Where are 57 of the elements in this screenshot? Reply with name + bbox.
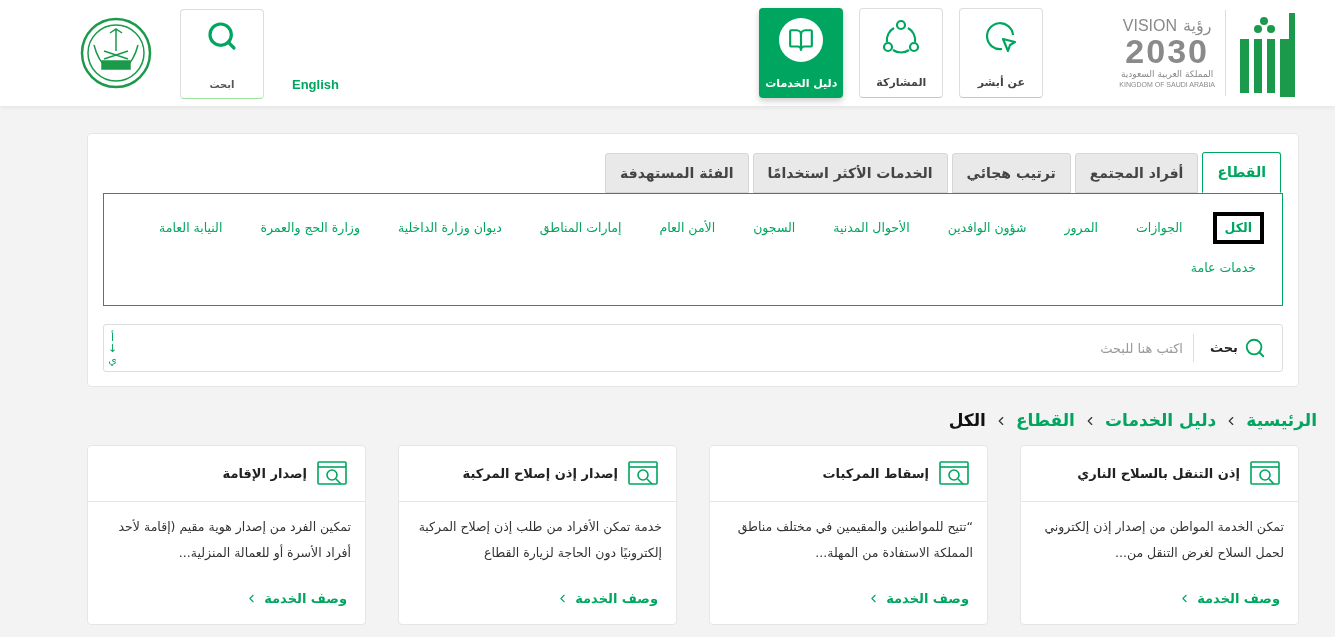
search-icon	[1244, 337, 1266, 359]
search-icon	[206, 20, 238, 52]
year-text: 2030	[1125, 34, 1209, 68]
card-description: تمكن الخدمة المواطن من إصدار إذن إلكتروني لحمل السلاح لغرض التنقل من...	[1043, 518, 1285, 563]
sector-filter[interactable]: الأحوال المدنية	[825, 212, 918, 244]
tab[interactable]: القطاع	[1202, 152, 1281, 193]
sector-filter[interactable]: خدمات عامة	[1182, 252, 1264, 284]
sector-filter[interactable]: الجوازات	[1128, 212, 1191, 244]
monitor-search-icon	[1250, 460, 1280, 487]
tab[interactable]: الفئة المستهدفة	[605, 153, 749, 193]
service-description-link[interactable]: وصف الخدمة	[1039, 588, 1280, 608]
sector-filter[interactable]: شؤون الوافدين	[939, 212, 1035, 244]
sector-filter[interactable]: السجون	[745, 212, 804, 244]
language-link[interactable]: English	[292, 74, 339, 94]
search-button[interactable]: ابحث	[180, 9, 264, 99]
sort-glyph[interactable]: ي	[108, 353, 117, 365]
search-input[interactable]: اكتب هنا للبحث	[117, 325, 1193, 371]
card-title[interactable]: إصدار إذن إصلاح المركبة	[462, 463, 618, 484]
nav-button[interactable]: عن أبشر	[959, 8, 1044, 98]
service-description-link[interactable]: وصف الخدمة	[728, 588, 969, 608]
sector-filter[interactable]: ديوان وزارة الداخلية	[389, 212, 510, 244]
search-field[interactable]: بحث اكتب هنا للبحث أ ↓ ي	[103, 324, 1283, 372]
sort-glyph[interactable]: أ	[111, 331, 115, 343]
breadcrumb-link[interactable]: الرئيسية	[1246, 408, 1317, 434]
monitor-search-icon	[628, 460, 658, 487]
emblem-drawing	[80, 17, 152, 89]
nav-button[interactable]: دليل الخدمات	[759, 8, 844, 98]
breadcrumb-current: الكل	[948, 409, 986, 433]
tab[interactable]: أفراد المجتمع	[1074, 153, 1199, 193]
tab[interactable]: الخدمات الأكثر استخدامًا	[752, 153, 948, 193]
nav-button[interactable]: المشاركة	[859, 8, 944, 98]
card-title[interactable]: إصدار الإقامة	[222, 463, 307, 484]
sector-filter[interactable]: المرور	[1056, 212, 1107, 244]
monitor-search-icon	[317, 460, 347, 487]
card-description: تمكين الفرد من إصدار هوية مقيم (إقامة لأحد أفراد الأسرة أو للعمالة المنزلية...	[117, 518, 352, 563]
sector-filter[interactable]: وزارة الحج والعمرة	[252, 212, 368, 244]
monitor-search-icon	[939, 460, 969, 487]
sort-glyph[interactable]: ↓	[108, 342, 118, 354]
tab[interactable]: ترتيب هجائي	[951, 153, 1071, 193]
vision-arabic-text: رؤية	[1183, 18, 1212, 34]
sector-filter[interactable]: الأمن العام	[651, 212, 724, 244]
share-icon	[882, 19, 921, 55]
card-title[interactable]: إسقاط المركبات	[822, 463, 929, 484]
card-title[interactable]: إذن التنقل بالسلاح الناري	[1077, 463, 1240, 484]
vision-text: VISION	[1122, 18, 1178, 34]
country-arabic-text: المملكة العربية السعودية	[1121, 70, 1214, 79]
card-description: خدمة تمكن الأفراد من طلب إذن إصلاح المركبة إلكترونيًا دون الحاجة لزيارة القطاع	[417, 518, 663, 563]
sector-filter[interactable]: إمارات المناطق	[531, 212, 630, 244]
card-description: “تتيح للمواطنين والمقيمين في مختلف مناطق المملكة الاستفادة من المهلة...	[736, 518, 974, 563]
breadcrumb-link[interactable]: القطاع	[1015, 408, 1075, 434]
sector-filter[interactable]: الكل	[1212, 212, 1264, 244]
service-description-link[interactable]: وصف الخدمة	[106, 588, 347, 608]
breadcrumb-link[interactable]: دليل الخدمات	[1104, 408, 1217, 434]
sector-filter[interactable]: النيابة العامة	[151, 212, 231, 244]
book-icon	[779, 18, 824, 62]
search-label: بحث	[1210, 339, 1238, 358]
service-description-link[interactable]: وصف الخدمة	[417, 588, 658, 608]
